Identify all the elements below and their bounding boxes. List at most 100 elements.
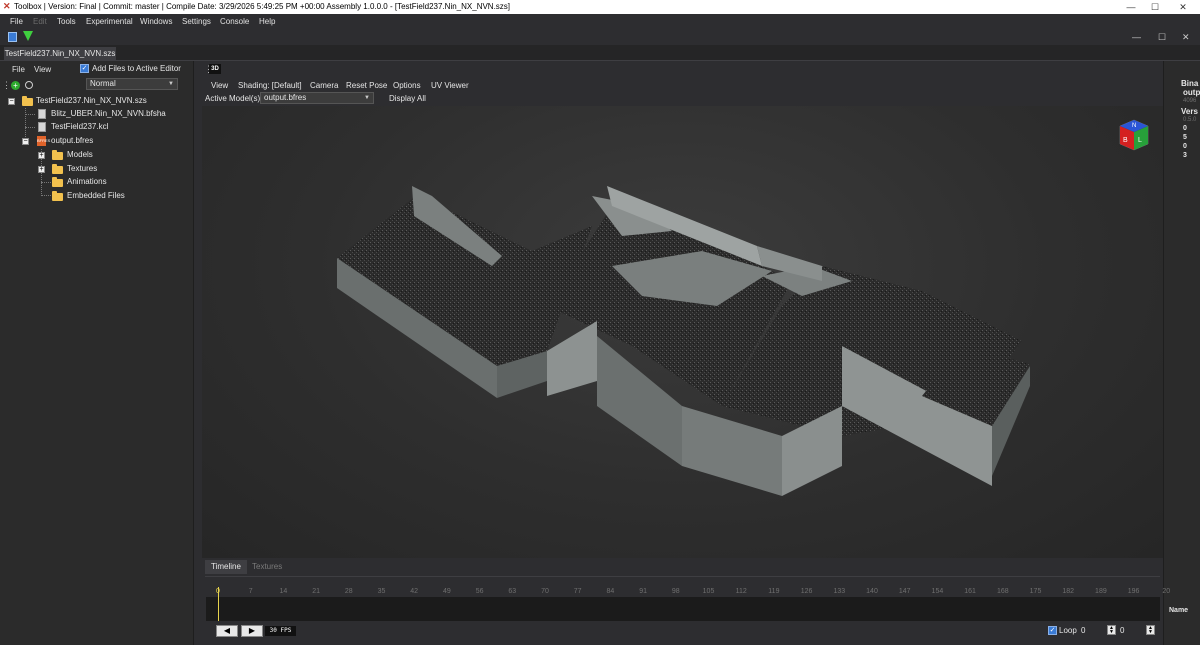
loop-spinner[interactable]: ▲ ▼ [1107,625,1116,635]
timeline-tick-label: 20 [1162,588,1171,595]
collapse-icon[interactable]: − [22,138,29,145]
timeline-tick-label: 28 [344,588,353,595]
panel-menu-file[interactable]: File [12,65,25,74]
tree-item-kcl[interactable]: TestField237.kcl [0,121,194,133]
panel-menu-view[interactable]: View [34,65,51,74]
tree-item-label: Blitz_UBER.Nin_NX_NVN.bfsha [51,109,166,118]
menu-experimental[interactable]: Experimental [86,17,133,26]
timeline-tick-label: 161 [964,588,976,595]
timeline-tick-label: 112 [735,588,747,595]
timeline-tick-label: 154 [931,588,944,595]
doc-maximize-icon[interactable]: ☐ [1158,32,1166,43]
tree-item-animations[interactable]: Animations [0,176,194,188]
menu-windows[interactable]: Windows [140,17,172,26]
timeline-tick-label: 14 [279,588,288,595]
menu-edit[interactable]: Edit [33,17,47,26]
maximize-icon[interactable]: ☐ [1142,0,1168,14]
prop-line: 0 [1183,125,1187,132]
expand-icon[interactable]: + [38,152,45,159]
step-back-button[interactable]: ◀ [216,625,238,637]
active-model-select[interactable]: output.bfres ▼ [260,92,374,104]
view-mode-select[interactable]: Normal ▼ [86,78,178,90]
display-all-button[interactable]: Display All [389,94,426,103]
tree-item-label: Embedded Files [67,191,125,200]
loop-value: 0 [1081,626,1086,635]
search-icon[interactable] [25,81,33,89]
menu-help[interactable]: Help [259,17,275,26]
tree-item-models[interactable]: + Models [0,149,194,161]
timeline-tick-label: 119 [768,588,780,595]
vp-menu-reset-pose[interactable]: Reset Pose [346,81,387,90]
timeline-ticks: 0714212835424956637077849198105112119126… [202,558,1170,595]
model-gizmo[interactable]: N B L [1119,119,1149,151]
frame-spinner[interactable]: ▲ ▼ [1146,625,1155,635]
tree-item-label: TestField237.kcl [51,122,109,131]
vp-menu-camera[interactable]: Camera [310,81,338,90]
tab-document[interactable]: TestField237.Nin_NX_NVN.szs [4,47,116,61]
timeline-tick-label: 189 [1095,588,1107,595]
save-icon[interactable] [8,32,17,42]
timeline-tick-label: 140 [866,588,878,595]
window-title: Toolbox | Version: Final | Commit: maste… [14,2,511,11]
timeline-tick-label: 35 [377,588,386,595]
close-icon[interactable]: ✕ [1170,0,1196,14]
download-arrow-icon[interactable] [23,31,33,41]
menu-settings[interactable]: Settings [182,17,211,26]
timeline-tick-label: 175 [1029,588,1042,595]
prop-line: Vers [1181,107,1198,116]
frame-value: 0 [1120,626,1125,635]
file-icon [38,109,46,119]
tree-item-bfsha[interactable]: Blitz_UBER.Nin_NX_NVN.bfsha [0,108,194,120]
tree-item-textures[interactable]: + Textures [0,163,194,175]
vp-menu-shading[interactable]: Shading: [Default] [238,81,302,90]
vp-menu-view[interactable]: View [211,81,228,90]
timeline-tick-label: 84 [606,588,615,595]
tree-item-embedded-files[interactable]: Embedded Files [0,190,194,202]
name-column-header: Name [1169,607,1189,614]
doc-minimize-icon[interactable]: — [1132,32,1141,42]
timeline-tick-label: 91 [639,588,647,595]
tree-item-label: output.bfres [51,136,94,145]
add-icon[interactable]: + [11,81,20,90]
tree-item-szs[interactable]: − TestField237.Nin_NX_NVN.szs [0,95,194,107]
menu-console[interactable]: Console [220,17,249,26]
3d-viewport[interactable]: N B L [202,106,1163,558]
playhead[interactable] [218,587,219,621]
tree-item-label: Models [67,150,93,159]
document-tabs: TestField237.Nin_NX_NVN.szs [0,45,1200,61]
add-files-checkbox[interactable]: ✓ [80,64,89,73]
timeline-tick-label: 7 [248,588,253,595]
menu-file[interactable]: File [10,17,23,26]
menu-bar: File Edit Tools Experimental Windows Set… [0,14,1200,29]
timeline-tick-label: 98 [671,588,680,595]
fps-display: 30 FPS [265,626,296,636]
3d-badge: 3D [209,64,221,74]
toolbar: — ☐ ✕ [0,29,1200,45]
collapse-icon[interactable]: − [8,98,15,105]
prop-line: 3 [1183,152,1187,159]
timeline-track[interactable] [206,597,1160,621]
doc-close-icon[interactable]: ✕ [1182,32,1190,43]
drag-handle-icon: ⋮ [2,80,11,90]
gizmo-l: L [1138,137,1142,144]
minimize-icon[interactable]: — [1118,0,1144,14]
file-icon [38,122,46,132]
loop-checkbox[interactable]: ✓ [1048,626,1057,635]
menu-tools[interactable]: Tools [57,17,76,26]
timeline-tick-label: 196 [1127,588,1140,595]
tree-item-label: Textures [67,164,98,173]
vp-menu-options[interactable]: Options [393,81,421,90]
timeline-tick-label: 133 [833,588,846,595]
timeline-tick-label: 56 [475,588,484,595]
tree-item-bfres[interactable]: − BFRES output.bfres [0,135,194,147]
folder-icon [52,150,63,160]
vp-menu-uv-viewer[interactable]: UV Viewer [431,81,469,90]
add-files-label: Add Files to Active Editor [92,64,181,73]
timeline-tick-label: 49 [442,588,451,595]
bfres-icon: BFRES [37,136,50,146]
timeline-tick-label: 126 [800,588,813,595]
step-forward-button[interactable]: ▶ [241,625,263,637]
expand-icon[interactable]: + [38,166,45,173]
file-tree-panel: File View ✓ Add Files to Active Editor ⋮… [0,61,194,645]
prop-line: 0.5.0 [1183,117,1197,123]
